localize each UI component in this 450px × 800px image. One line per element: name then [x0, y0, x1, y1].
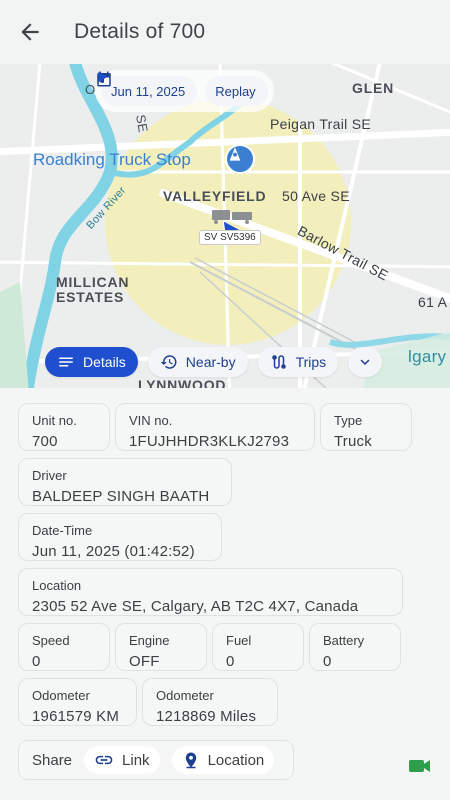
tab-nearby-label: Near-by — [185, 354, 236, 370]
odometer-miles-card: Odometer 1218869 Miles — [142, 678, 278, 726]
play-icon — [98, 71, 108, 83]
map-label-estates: ESTATES — [56, 289, 125, 305]
odometer-km-value: 1961579 KM — [32, 708, 120, 725]
vin-value: 1FUJHHDR3KLKJ2793 — [129, 433, 290, 450]
replay-button[interactable]: Replay — [98, 71, 268, 106]
tab-details[interactable]: Details — [45, 347, 138, 377]
engine-label: Engine — [129, 633, 170, 648]
type-label: Type — [334, 413, 363, 428]
more-tabs-button[interactable] — [348, 347, 383, 377]
battery-value: 0 — [323, 653, 332, 670]
odometer-miles-label: Odometer — [156, 688, 214, 703]
datetime-value: Jun 11, 2025 (01:42:52) — [32, 543, 195, 560]
map-label-valleyfield: VALLEYFIELD — [163, 188, 267, 204]
map-label-glen: GLEN — [352, 80, 395, 96]
share-link-label: Link — [122, 751, 150, 769]
app-header: Details of 700 — [0, 0, 450, 64]
share-card: Share Link Location — [18, 740, 294, 780]
odometer-km-card: Odometer 1961579 KM — [18, 678, 137, 726]
speed-value: 0 — [32, 653, 41, 670]
speed-card: Speed 0 — [18, 623, 110, 671]
history-icon — [160, 355, 177, 369]
fuel-label: Fuel — [226, 633, 252, 648]
unit-card: Unit no. 700 — [18, 403, 110, 451]
chevron-down-icon — [360, 359, 370, 365]
unit-value: 700 — [32, 433, 58, 450]
type-value: Truck — [334, 433, 372, 450]
link-icon — [95, 755, 113, 765]
fuel-card: Fuel 0 — [212, 623, 304, 671]
replay-label: Replay — [215, 83, 256, 99]
map-label-millican: MILLICAN — [56, 274, 130, 290]
map-label-o: O — [85, 82, 96, 97]
datetime-card: Date-Time Jun 11, 2025 (01:42:52) — [18, 513, 222, 561]
vin-label: VIN no. — [129, 413, 173, 428]
driver-label: Driver — [32, 468, 67, 483]
unit-label: Unit no. — [32, 413, 77, 428]
video-camera-button[interactable] — [404, 752, 436, 780]
gas-station-icon[interactable] — [225, 144, 255, 174]
location-label: Location — [32, 578, 82, 593]
map-controls: Jun 11, 2025 Replay — [95, 70, 274, 112]
speed-label: Speed — [32, 633, 70, 648]
tab-nearby[interactable]: Near-by — [147, 347, 248, 377]
map-label-calgary: lgary — [408, 347, 447, 366]
map-label-se: SE — [133, 113, 151, 134]
video-camera-icon — [409, 760, 430, 772]
engine-card: Engine OFF — [115, 623, 207, 671]
vehicle-label[interactable]: SV SV5396 — [199, 230, 261, 245]
datetime-label: Date-Time — [32, 523, 93, 538]
driver-value: BALDEEP SINGH BAATH — [32, 488, 210, 505]
date-label: Jun 11, 2025 — [111, 83, 186, 99]
map-label-50-ave: 50 Ave SE — [282, 188, 350, 204]
date-picker-button[interactable]: Jun 11, 2025 — [97, 71, 198, 106]
odometer-miles-value: 1218869 Miles — [156, 708, 257, 725]
share-link-button[interactable]: Link — [84, 746, 160, 774]
view-tabs: Details Near-by Trips — [45, 343, 383, 381]
page-title: Details of 700 — [74, 20, 206, 43]
map-label-peigan: Peigan Trail SE — [270, 116, 371, 132]
route-icon — [271, 355, 286, 369]
tab-details-label: Details — [83, 354, 126, 370]
vin-card: VIN no. 1FUJHHDR3KLKJ2793 — [115, 403, 315, 451]
battery-card: Battery 0 — [309, 623, 401, 671]
battery-label: Battery — [323, 633, 365, 648]
tab-trips-label: Trips — [295, 354, 327, 370]
share-label: Share — [32, 751, 73, 769]
map-label-61-ave: 61 A — [418, 294, 448, 310]
back-button[interactable] — [0, 0, 60, 64]
engine-value: OFF — [129, 653, 160, 670]
location-pin-icon — [185, 752, 196, 769]
tab-trips[interactable]: Trips — [257, 347, 339, 377]
poi-label-roadking[interactable]: Roadking Truck Stop — [33, 150, 191, 170]
location-value: 2305 52 Ave SE, Calgary, AB T2C 4X7, Can… — [32, 598, 359, 615]
type-card: Type Truck — [320, 403, 412, 451]
odometer-km-label: Odometer — [32, 688, 90, 703]
share-location-label: Location — [207, 751, 265, 769]
fuel-value: 0 — [226, 653, 235, 670]
menu-icon — [59, 357, 73, 367]
arrow-left-icon — [21, 23, 39, 41]
share-location-button[interactable]: Location — [171, 746, 275, 774]
driver-card: Driver BALDEEP SINGH BAATH — [18, 458, 232, 506]
location-card[interactable]: Location 2305 52 Ave SE, Calgary, AB T2C… — [18, 568, 403, 616]
